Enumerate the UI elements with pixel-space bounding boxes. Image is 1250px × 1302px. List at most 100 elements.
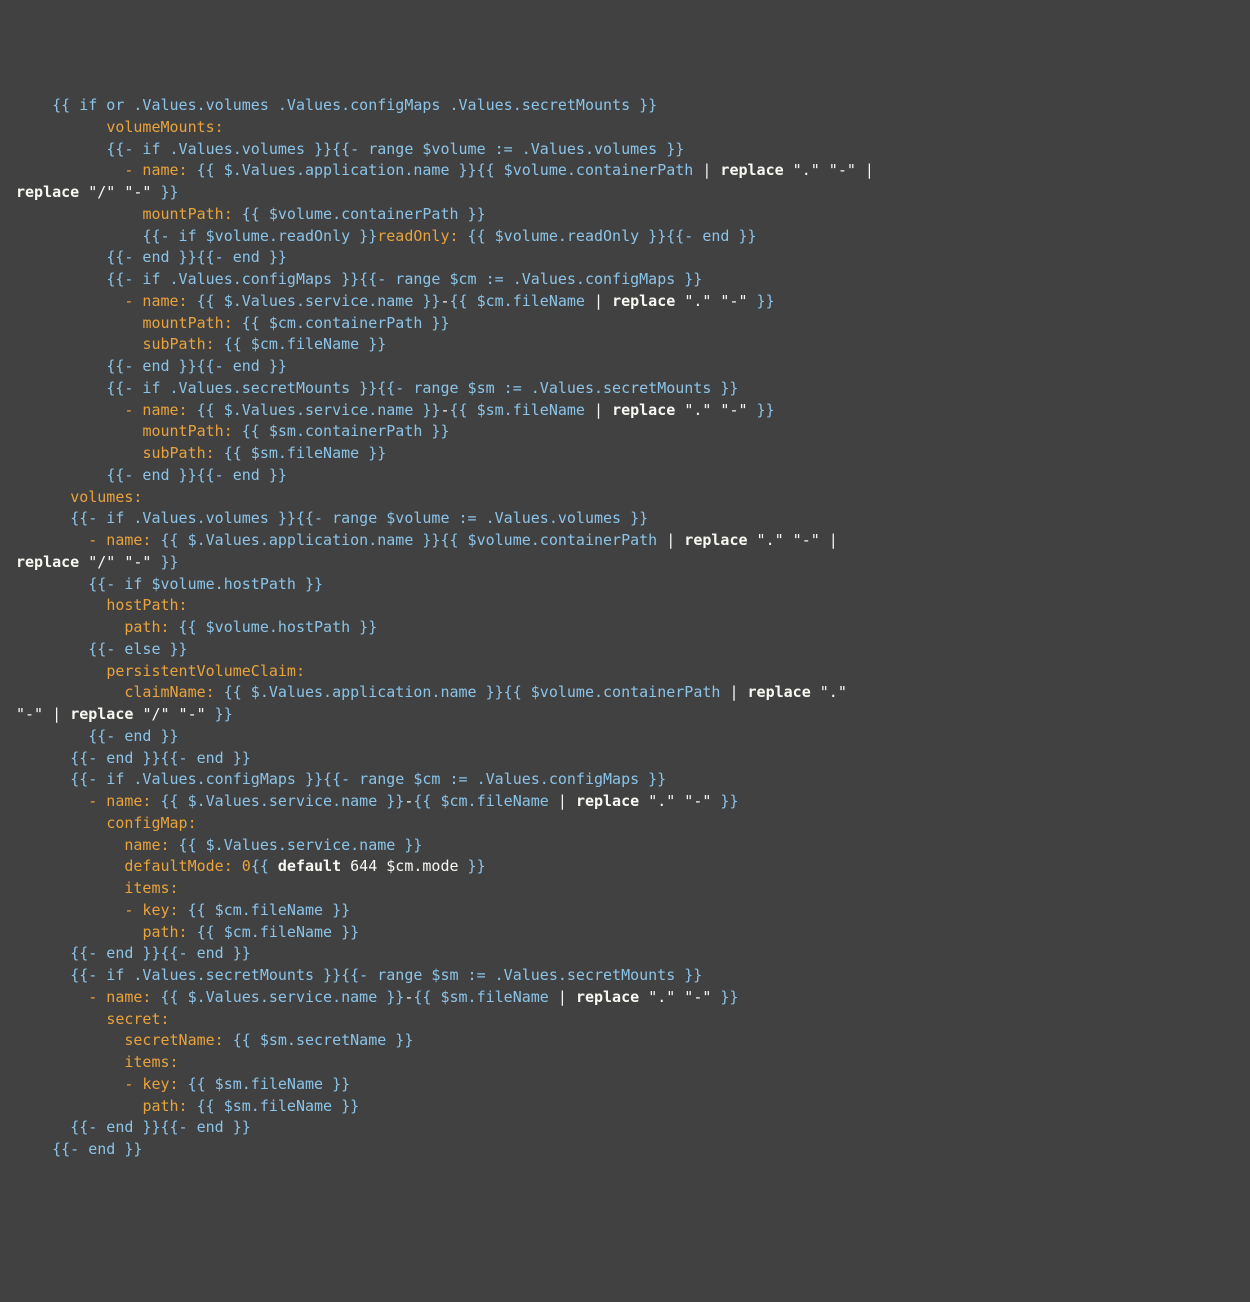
code-token: claimName: xyxy=(124,683,214,701)
code-line: replace "/" "-" }} xyxy=(16,552,1234,574)
code-token xyxy=(16,379,106,397)
code-token: {{- end }} xyxy=(88,727,178,745)
code-token xyxy=(16,966,70,984)
code-token xyxy=(16,357,106,375)
code-token: {{- else }} xyxy=(88,640,187,658)
code-token: {{ $.Values.service.name }} xyxy=(188,401,441,419)
code-token: {{- if .Values.volumes }}{{- range $volu… xyxy=(70,509,648,527)
code-line: subPath: {{ $sm.fileName }} xyxy=(16,443,1234,465)
code-token: {{ $.Values.service.name }} xyxy=(151,988,404,1006)
code-token: | xyxy=(820,531,847,549)
code-token: {{ $.Values.service.name }} xyxy=(151,792,404,810)
code-token: replace xyxy=(748,683,820,701)
code-line: replace "/" "-" }} xyxy=(16,182,1234,204)
code-token: "/" "-" xyxy=(88,553,151,571)
code-line: {{- if .Values.secretMounts }}{{- range … xyxy=(16,378,1234,400)
code-token: {{ $.Values.application.name }}{{ $volum… xyxy=(188,161,703,179)
code-line: volumeMounts: xyxy=(16,117,1234,139)
code-token: items: xyxy=(124,879,178,897)
code-token: "-" xyxy=(16,705,43,723)
code-line: mountPath: {{ $sm.containerPath }} xyxy=(16,421,1234,443)
code-token: persistentVolumeClaim: xyxy=(106,662,305,680)
code-token: }} xyxy=(748,292,775,310)
code-block: {{ if or .Values.volumes .Values.configM… xyxy=(16,95,1234,1161)
code-token: {{- if $volume.readOnly }} xyxy=(142,227,377,245)
code-line: mountPath: {{ $volume.containerPath }} xyxy=(16,204,1234,226)
code-token: {{ $volume.readOnly }}{{- end }} xyxy=(459,227,757,245)
code-token: {{ $.Values.service.name }} xyxy=(170,836,423,854)
code-token: {{- end }}{{- end }} xyxy=(106,466,287,484)
code-token xyxy=(16,640,88,658)
code-token: - name: xyxy=(88,792,151,810)
code-token xyxy=(16,727,88,745)
code-token: replace xyxy=(684,531,756,549)
code-token: subPath: xyxy=(142,335,214,353)
code-token xyxy=(16,488,70,506)
code-token: }} xyxy=(711,792,738,810)
code-token: mountPath: xyxy=(142,205,232,223)
code-token: {{ $sm.fileName }} xyxy=(179,1075,351,1093)
code-token: replace xyxy=(16,553,88,571)
code-line: persistentVolumeClaim: xyxy=(16,661,1234,683)
code-token: {{- end }} xyxy=(52,1140,142,1158)
code-token xyxy=(16,662,106,680)
code-token xyxy=(16,836,124,854)
code-token: replace xyxy=(612,401,684,419)
code-token: {{ $.Values.service.name }} xyxy=(188,292,441,310)
code-token: name: xyxy=(124,836,169,854)
code-token: {{ $sm.fileName xyxy=(450,401,595,419)
code-line: - key: {{ $sm.fileName }} xyxy=(16,1074,1234,1096)
code-token: - xyxy=(440,401,449,419)
code-line: {{- end }}{{- end }} xyxy=(16,748,1234,770)
code-line: volumes: xyxy=(16,487,1234,509)
code-token xyxy=(16,422,142,440)
code-token: - name: xyxy=(124,161,187,179)
code-line: - name: {{ $.Values.service.name }}-{{ $… xyxy=(16,987,1234,1009)
code-token xyxy=(16,227,142,245)
code-token: {{ if or .Values.volumes .Values.configM… xyxy=(52,96,657,114)
code-token: {{ $cm.fileName xyxy=(450,292,595,310)
code-token: | xyxy=(729,683,747,701)
code-line: configMap: xyxy=(16,813,1234,835)
code-line: {{- end }} xyxy=(16,726,1234,748)
code-line: name: {{ $.Values.service.name }} xyxy=(16,835,1234,857)
code-token xyxy=(16,292,124,310)
code-token: replace xyxy=(16,183,88,201)
code-token: subPath: xyxy=(142,444,214,462)
code-token: - name: xyxy=(88,988,151,1006)
code-line: items: xyxy=(16,1052,1234,1074)
code-line: {{- if $volume.readOnly }}readOnly: {{ $… xyxy=(16,226,1234,248)
code-line: {{- end }}{{- end }} xyxy=(16,247,1234,269)
code-token: {{ $cm.containerPath }} xyxy=(233,314,450,332)
code-token xyxy=(16,205,142,223)
code-line: - name: {{ $.Values.application.name }}{… xyxy=(16,530,1234,552)
code-line: {{- if .Values.volumes }}{{- range $volu… xyxy=(16,139,1234,161)
code-line: {{- if .Values.secretMounts }}{{- range … xyxy=(16,965,1234,987)
code-line: - name: {{ $.Values.service.name }}-{{ $… xyxy=(16,400,1234,422)
code-token: 644 $cm.mode xyxy=(350,857,458,875)
code-token: {{- end }}{{- end }} xyxy=(106,248,287,266)
code-token xyxy=(16,270,106,288)
code-token: "." "-" xyxy=(757,531,820,549)
code-line: - name: {{ $.Values.application.name }}{… xyxy=(16,160,1234,182)
code-line: {{- end }}{{- end }} xyxy=(16,465,1234,487)
code-line: path: {{ $sm.fileName }} xyxy=(16,1096,1234,1118)
code-token: {{ $sm.fileName }} xyxy=(188,1097,360,1115)
code-token: {{- end }}{{- end }} xyxy=(106,357,287,375)
code-token: | xyxy=(594,401,612,419)
code-token: replace xyxy=(70,705,142,723)
code-token xyxy=(16,96,52,114)
code-token: - name: xyxy=(124,401,187,419)
code-token: | xyxy=(856,161,883,179)
code-token: {{- end }}{{- end }} xyxy=(70,1118,251,1136)
code-line: {{- end }}{{- end }} xyxy=(16,1117,1234,1139)
code-token: volumeMounts: xyxy=(106,118,223,136)
code-token: | xyxy=(558,988,576,1006)
code-token: mountPath: xyxy=(142,422,232,440)
code-line: {{- else }} xyxy=(16,639,1234,661)
code-token: "." "-" xyxy=(684,401,747,419)
code-token xyxy=(16,118,106,136)
code-line: path: {{ $cm.fileName }} xyxy=(16,922,1234,944)
code-token: - name: xyxy=(88,531,151,549)
code-token: {{ $volume.containerPath }} xyxy=(233,205,486,223)
